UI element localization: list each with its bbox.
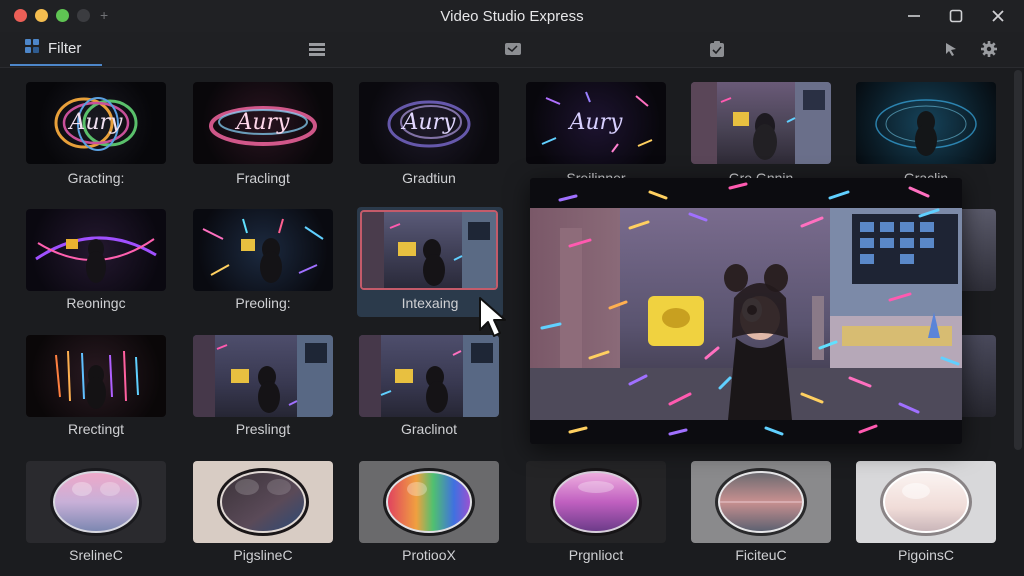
filter-label: PigslineC xyxy=(233,547,293,563)
filter-thumbnail xyxy=(856,461,996,543)
filter-thumbnail xyxy=(26,461,166,543)
title-bar: + Video Studio Express xyxy=(0,0,1024,32)
filter-thumbnail: Aury xyxy=(359,82,499,164)
image-icon[interactable] xyxy=(502,39,524,59)
thumb-script-text: Aury xyxy=(236,110,290,135)
filter-label: Graclinot xyxy=(400,421,458,437)
filter-thumbnail xyxy=(526,461,666,543)
filter-label: Gracting: xyxy=(67,170,125,186)
filter-label: FiciteuC xyxy=(735,547,787,563)
filter-thumbnail xyxy=(193,335,333,417)
filter-thumbnail xyxy=(691,82,831,164)
thumb-script-text: Aury xyxy=(402,110,456,135)
thumb-script-text: Aury xyxy=(569,110,623,135)
filter-thumbnail-partial[interactable] xyxy=(962,209,996,291)
preview-image xyxy=(530,208,962,420)
maximize-icon[interactable] xyxy=(944,4,968,28)
tab-filter-label: Filter xyxy=(48,39,82,57)
filter-thumbnail xyxy=(359,335,499,417)
filter-label: Rrectingt xyxy=(67,421,125,437)
filter-label: Prgnlioct xyxy=(568,547,624,563)
filter-label: Gradtiun xyxy=(402,170,456,186)
filter-thumbnail: Aury xyxy=(193,82,333,164)
filter-thumbnail: Aury xyxy=(26,82,166,164)
filter-label: SrelineC xyxy=(69,547,123,563)
filter-thumbnail-partial[interactable] xyxy=(962,335,996,417)
filter-thumbnail xyxy=(856,82,996,164)
filter-thumbnail xyxy=(26,209,166,291)
filter-thumbnail xyxy=(360,210,498,290)
window-title: Video Studio Express xyxy=(440,8,584,25)
scrollbar[interactable] xyxy=(1014,70,1022,450)
filter-label: PigoinsC xyxy=(897,547,955,563)
toolbar: Filter xyxy=(0,32,1024,68)
close-icon[interactable] xyxy=(986,4,1010,28)
preview-sparkles-bottom xyxy=(568,424,878,436)
filter-label: Fraclingt xyxy=(236,170,290,186)
filter-label: Preslingt xyxy=(235,421,291,437)
mouse-cursor-icon xyxy=(478,296,506,345)
cursor-icon[interactable] xyxy=(940,39,962,59)
filter-thumbnail: Aury xyxy=(526,82,666,164)
list-icon[interactable] xyxy=(306,39,328,59)
grid-icon xyxy=(24,38,40,58)
filter-label: Reoningc xyxy=(66,295,126,311)
filter-thumbnail xyxy=(691,461,831,543)
filter-label: Preoling: xyxy=(235,295,291,311)
minimize-icon[interactable] xyxy=(902,4,926,28)
filter-preview xyxy=(530,178,962,444)
filter-thumbnail xyxy=(193,209,333,291)
filter-label: ProtiooX xyxy=(402,547,456,563)
gear-icon[interactable] xyxy=(978,39,1000,59)
filter-thumbnail xyxy=(26,335,166,417)
tab-filter[interactable]: Filter xyxy=(10,32,102,66)
preview-sparkles-top xyxy=(558,182,930,202)
thumb-script-text: Aury xyxy=(69,110,123,135)
filter-thumbnail xyxy=(359,461,499,543)
filter-thumbnail xyxy=(193,461,333,543)
clipboard-icon[interactable] xyxy=(706,39,728,59)
